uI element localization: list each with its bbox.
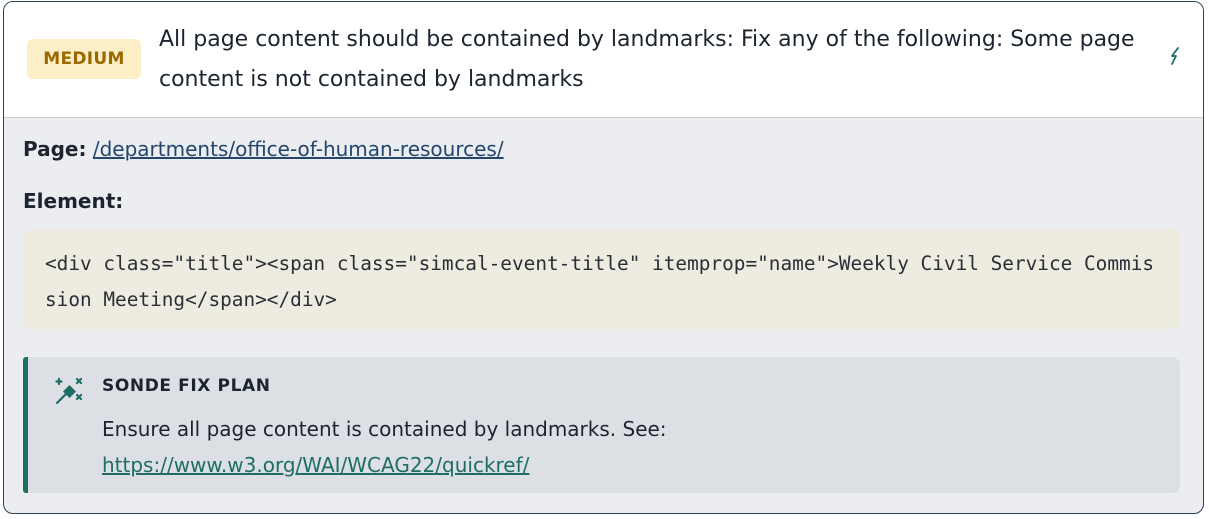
fix-plan-link[interactable]: https://www.w3.org/WAI/WCAG22/quickref/ bbox=[102, 453, 529, 477]
fix-plan-panel: SONDE FIX PLAN Ensure all page content i… bbox=[23, 357, 1180, 493]
fix-plan-description: Ensure all page content is contained by … bbox=[102, 417, 667, 441]
page-label: Page: bbox=[23, 137, 87, 161]
issue-title: All page content should be contained by … bbox=[159, 27, 1135, 92]
fix-plan-text: Ensure all page content is contained by … bbox=[102, 411, 1152, 483]
magic-wand-icon[interactable] bbox=[1165, 46, 1185, 66]
page-link[interactable]: /departments/office-of-human-resources/ bbox=[93, 137, 504, 161]
page-row: Page: /departments/office-of-human-resou… bbox=[23, 137, 504, 161]
element-code-block: <div class="title"><span class="simcal-e… bbox=[23, 229, 1180, 329]
severity-badge: MEDIUM bbox=[27, 39, 141, 79]
magic-wand-sparkle-icon bbox=[51, 375, 85, 409]
fix-plan-title: SONDE FIX PLAN bbox=[102, 376, 271, 396]
element-label: Element: bbox=[23, 189, 124, 213]
issue-header[interactable]: MEDIUM All page content should be contai… bbox=[4, 2, 1203, 118]
